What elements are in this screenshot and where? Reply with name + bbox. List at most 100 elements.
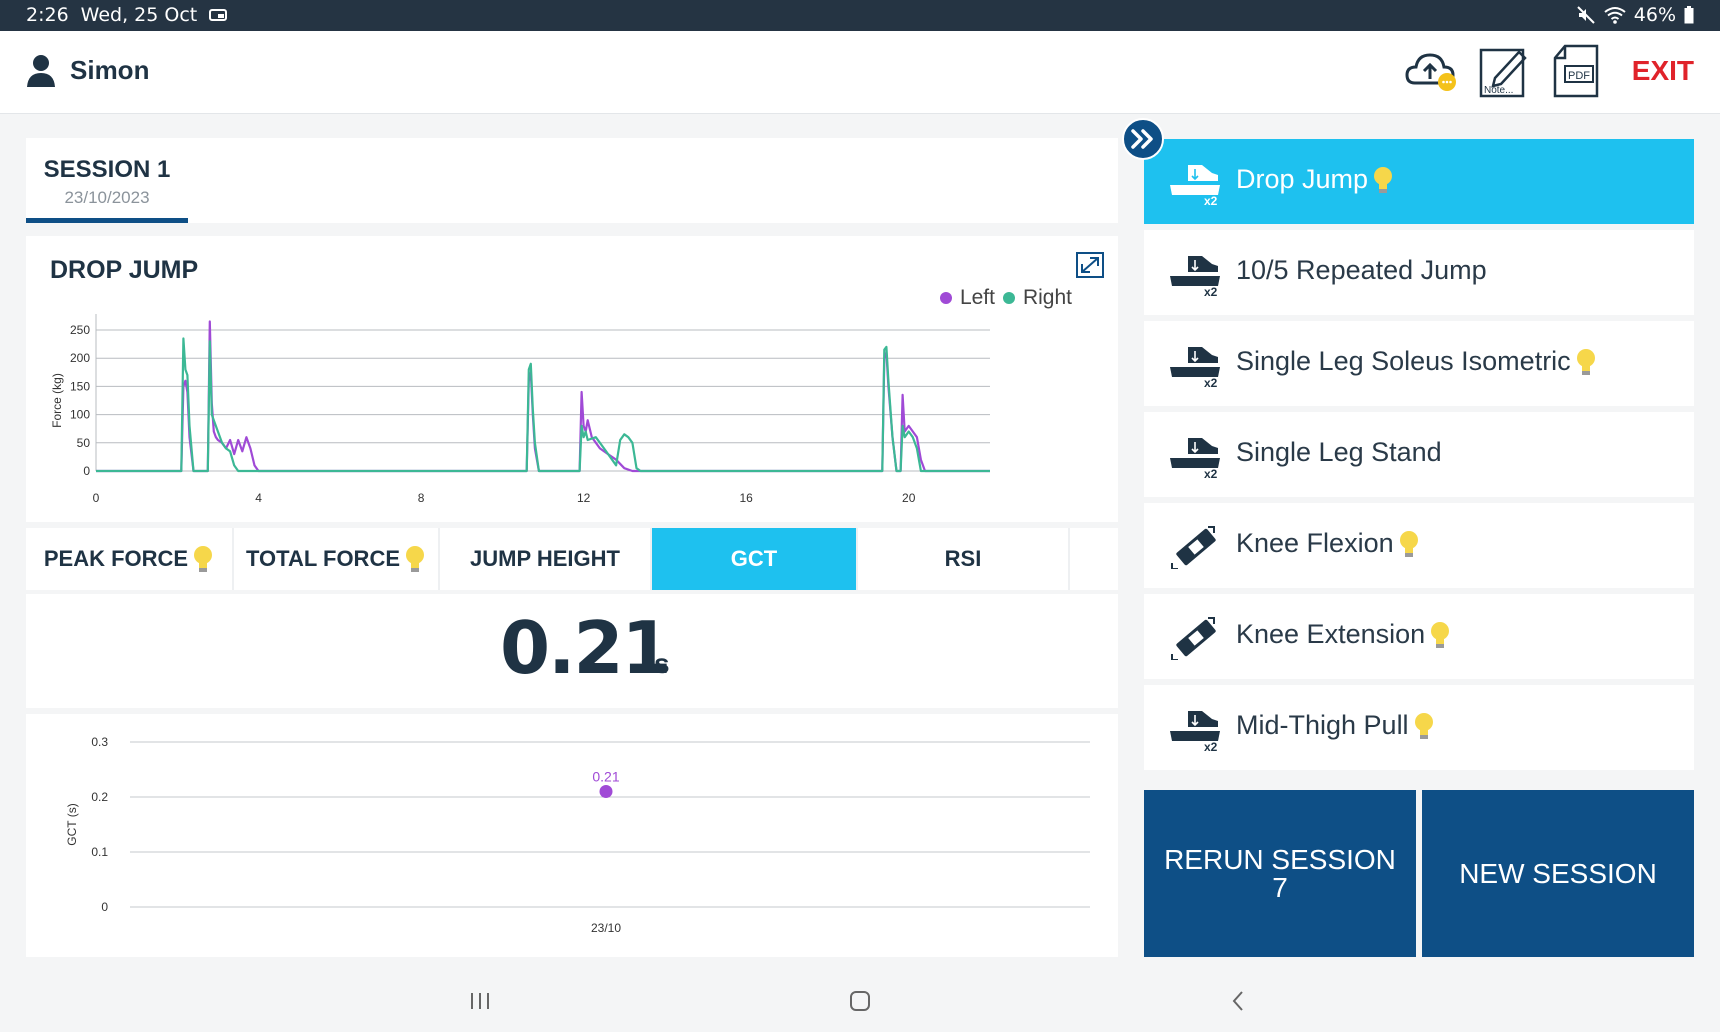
tab-label: TOTAL FORCE <box>246 546 400 571</box>
exit-button[interactable]: EXIT <box>1632 55 1694 87</box>
tab-gct[interactable]: GCT <box>652 528 858 590</box>
test-item-drop-jump[interactable]: x2 Drop Jump <box>1144 139 1694 224</box>
data-label: 0.21 <box>592 769 619 785</box>
force-plate-icon: x2 <box>1170 256 1220 296</box>
test-label-text: Single Leg Soleus Isometric <box>1236 346 1571 376</box>
x-tick-label: 12 <box>577 491 591 505</box>
dynamometer-icon <box>1171 526 1216 569</box>
lightbulb-icon <box>1576 348 1595 375</box>
x-tick-label: 0 <box>93 491 100 505</box>
home-button[interactable] <box>840 986 880 1016</box>
cloud-upload-button[interactable] <box>1404 43 1460 99</box>
metric-unit: s <box>654 648 670 679</box>
x-tick-label: 8 <box>418 491 425 505</box>
x-tick-label: 4 <box>255 491 262 505</box>
cast-icon <box>209 9 228 21</box>
y-tick-label: 0 <box>83 464 90 478</box>
pdf-icon: PDF <box>1553 44 1599 98</box>
status-time: 2:26 <box>26 4 69 26</box>
tab-label: PEAK FORCE <box>43 546 189 571</box>
chart-title: DROP JUMP <box>50 256 199 284</box>
y-axis-label: GCT (s) <box>65 803 79 845</box>
y-tick-label: 50 <box>77 436 91 450</box>
y-tick-label: 0.3 <box>91 735 108 749</box>
test-label-text: Knee Extension <box>1236 619 1426 649</box>
legend-right-dot <box>1002 292 1015 304</box>
test-item-single-leg-soleus-isometric[interactable]: x2 Single Leg Soleus Isometric <box>1144 321 1694 406</box>
tab-rsi[interactable]: RSI <box>858 528 1070 590</box>
pdf-button[interactable]: PDF <box>1548 43 1604 99</box>
app-header: Simon Note... PDF EXIT <box>0 31 1720 114</box>
session-title: SESSION 1 <box>43 156 171 183</box>
metric-value-card: 0.21 s <box>26 594 1118 708</box>
test-item-mid-thigh-pull[interactable]: x2 Mid-Thigh Pull <box>1144 685 1694 770</box>
metric-tabs: PEAK FORCE TOTAL FORCE JUMP HEIGHT GCT R… <box>26 528 1118 590</box>
notes-icon: Note... <box>1479 48 1527 98</box>
test-item-knee-flexion[interactable]: Knee Flexion <box>1144 503 1694 588</box>
pdf-icon-label: PDF <box>1568 70 1590 82</box>
test-item-knee-extension[interactable]: Knee Extension <box>1144 594 1694 679</box>
user-name: Simon <box>70 54 150 85</box>
person-icon <box>27 55 55 87</box>
test-item-single-leg-stand[interactable]: x2 Single Leg Stand <box>1144 412 1694 497</box>
lightbulb-icon <box>406 546 424 572</box>
session-tab-bar: SESSION 1 23/10/2023 <box>26 138 1118 223</box>
recent-apps-icon <box>471 993 489 1009</box>
test-label-text: Drop Jump <box>1236 164 1369 194</box>
y-tick-label: 100 <box>70 408 90 422</box>
user-profile[interactable]: Simon <box>26 53 149 87</box>
lightbulb-icon <box>1374 166 1393 193</box>
tab-label: JUMP HEIGHT <box>470 546 620 571</box>
tab-label: RSI <box>944 546 982 571</box>
y-tick-label: 0.2 <box>91 790 108 804</box>
wifi-icon <box>1604 7 1626 24</box>
gct-chart: 0 0.1 0.2 0.3 GCT (s) 23/10 0.21 <box>65 735 1090 935</box>
collapse-panel-button[interactable] <box>1122 118 1164 160</box>
cloud-upload-icon <box>1405 53 1456 91</box>
test-label-text: Knee Flexion <box>1236 528 1394 558</box>
y-tick-label: 0 <box>101 900 108 914</box>
status-date: Wed, 25 Oct <box>80 4 198 26</box>
force-plate-icon: x2 <box>1170 438 1220 478</box>
home-icon <box>850 991 870 1011</box>
chart-legend: Left Right <box>939 286 1072 310</box>
legend-left-label: Left <box>959 286 995 309</box>
force-plate-icon: x2 <box>1170 165 1220 205</box>
back-button[interactable] <box>1218 986 1258 1016</box>
y-axis-label: Force (kg) <box>50 373 64 428</box>
y-tick-label: 150 <box>70 379 90 393</box>
icon-badge: x2 <box>1204 285 1218 296</box>
x-tick-label: 16 <box>740 491 754 505</box>
legend-left-dot <box>939 292 952 304</box>
recent-apps-button[interactable] <box>460 986 500 1016</box>
tab-label: GCT <box>730 546 778 571</box>
android-nav-bar <box>0 970 1720 1032</box>
series-line-left <box>96 320 990 473</box>
tab-total-force[interactable]: TOTAL FORCE <box>234 528 440 590</box>
expand-icon[interactable] <box>1076 252 1104 278</box>
gct-chart-card: 0 0.1 0.2 0.3 GCT (s) 23/10 0.21 <box>26 714 1118 957</box>
lightbulb-icon <box>1431 621 1450 648</box>
legend-right-label: Right <box>1022 286 1072 309</box>
icon-badge: x2 <box>1204 740 1218 751</box>
lightbulb-icon <box>194 546 213 572</box>
tab-jump-height[interactable]: JUMP HEIGHT <box>440 528 652 590</box>
session-date: 23/10/2023 <box>64 188 150 207</box>
data-point <box>599 785 613 798</box>
test-item-10-5-repeated-jump[interactable]: x2 10/5 Repeated Jump <box>1144 230 1694 315</box>
rerun-session-button[interactable]: RERUN SESSION 7 <box>1144 790 1416 957</box>
y-tick-label: 200 <box>70 351 90 365</box>
new-session-button[interactable]: NEW SESSION <box>1422 790 1694 957</box>
x-tick-label: 20 <box>902 491 916 505</box>
force-plate-icon: x2 <box>1170 347 1220 387</box>
double-chevron-right-icon <box>1131 129 1153 149</box>
dynamometer-icon <box>1171 617 1216 660</box>
icon-badge: x2 <box>1204 376 1218 387</box>
tab-peak-force[interactable]: PEAK FORCE <box>26 528 234 590</box>
mute-icon <box>1577 6 1595 24</box>
session-tab[interactable]: SESSION 1 23/10/2023 <box>26 138 188 223</box>
x-tick-label: 23/10 <box>591 921 621 935</box>
force-plate-icon: x2 <box>1170 711 1220 751</box>
test-label-text: Mid-Thigh Pull <box>1236 710 1409 740</box>
notes-button[interactable]: Note... <box>1476 43 1532 99</box>
